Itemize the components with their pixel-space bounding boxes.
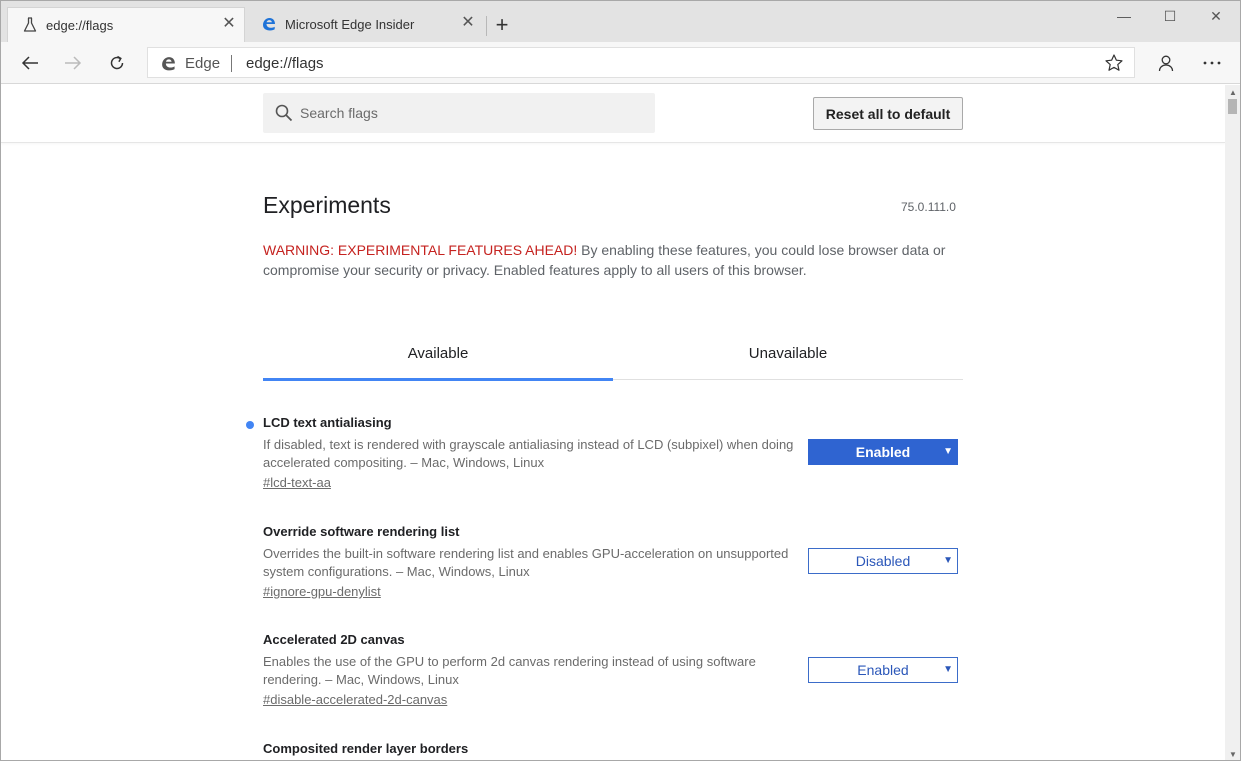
address-bar[interactable]: Edge edge://flags <box>147 47 1135 78</box>
flag-name: Accelerated 2D canvas <box>263 632 405 647</box>
flag-name: LCD text antialiasing <box>263 415 392 430</box>
forward-button[interactable] <box>59 50 87 76</box>
flag-item: Override software rendering list Overrid… <box>263 524 963 601</box>
flag-description: If disabled, text is rendered with grays… <box>263 437 794 470</box>
profile-button[interactable] <box>1152 50 1180 76</box>
person-icon <box>1158 55 1174 72</box>
tab-flags[interactable]: edge://flags ✕ <box>7 7 245 42</box>
flag-permalink[interactable]: #disable-accelerated-2d-canvas <box>263 692 447 707</box>
tab-close-icon[interactable]: ✕ <box>459 14 477 32</box>
tab-unavailable[interactable]: Unavailable <box>613 345 963 362</box>
favorite-star-icon[interactable] <box>1104 53 1124 73</box>
search-placeholder: Search flags <box>300 105 378 121</box>
select-value: Enabled <box>857 662 909 678</box>
reset-all-button[interactable]: Reset all to default <box>813 97 963 130</box>
page-header: Search flags Reset all to default <box>1 85 1225 143</box>
edge-logo-icon <box>162 57 175 71</box>
ellipsis-icon <box>1203 61 1221 65</box>
scroll-up-icon[interactable]: ▲ <box>1229 88 1237 97</box>
refresh-button[interactable] <box>103 50 131 76</box>
minimize-button[interactable]: — <box>1101 5 1147 29</box>
tab-available[interactable]: Available <box>263 345 613 362</box>
search-flags-field[interactable]: Search flags <box>263 93 655 133</box>
warning-message: WARNING: EXPERIMENTAL FEATURES AHEAD! By… <box>263 240 963 280</box>
edge-logo-icon <box>263 18 275 31</box>
flag-item: LCD text antialiasing If disabled, text … <box>246 415 963 492</box>
tab-title: edge://flags <box>46 18 114 33</box>
flag-state-select[interactable]: Enabled ▼ <box>808 657 958 683</box>
select-value: Enabled <box>855 444 911 460</box>
url-text[interactable]: edge://flags <box>246 55 324 72</box>
back-button[interactable] <box>16 50 44 76</box>
refresh-icon <box>110 55 124 70</box>
flag-state-select[interactable]: Disabled ▼ <box>808 548 958 574</box>
flag-name: Override software rendering list <box>263 524 460 539</box>
address-divider <box>231 55 232 72</box>
flask-icon <box>23 17 37 32</box>
tab-title: Microsoft Edge Insider <box>285 17 415 32</box>
site-identity-label: Edge <box>185 55 221 72</box>
page-scrollbar[interactable]: ▲ ▼ <box>1225 85 1240 760</box>
flags-page: Search flags Reset all to default Experi… <box>1 85 1225 760</box>
search-icon <box>275 104 293 122</box>
scrollbar-thumb[interactable] <box>1228 99 1237 114</box>
warning-prefix: WARNING: EXPERIMENTAL FEATURES AHEAD! <box>263 242 578 258</box>
back-arrow-icon <box>21 56 38 70</box>
scroll-down-icon[interactable]: ▼ <box>1229 750 1237 759</box>
dropdown-arrow-icon: ▼ <box>943 664 953 675</box>
close-window-button[interactable]: ✕ <box>1193 5 1239 29</box>
dropdown-arrow-icon: ▼ <box>943 555 953 566</box>
flags-tabs: Available Unavailable <box>263 333 963 381</box>
forward-arrow-icon <box>65 56 82 70</box>
flag-permalink[interactable]: #lcd-text-aa <box>263 475 331 490</box>
flag-name: Composited render layer borders <box>263 741 469 756</box>
tab-edge-insider[interactable]: Microsoft Edge Insider ✕ <box>247 7 483 42</box>
select-value: Disabled <box>855 553 911 569</box>
flag-description: Overrides the built-in software renderin… <box>263 546 789 579</box>
toolbar: Edge edge://flags <box>1 42 1240 84</box>
tab-strip: edge://flags ✕ Microsoft Edge Insider ✕ … <box>1 1 1240 42</box>
page-title: Experiments <box>263 192 391 218</box>
browser-window: edge://flags ✕ Microsoft Edge Insider ✕ … <box>0 0 1241 761</box>
maximize-button[interactable]: ☐ <box>1147 5 1193 29</box>
active-tab-indicator <box>263 378 613 381</box>
flag-permalink[interactable]: #ignore-gpu-denylist <box>263 584 381 599</box>
version-label: 75.0.111.0 <box>901 200 956 214</box>
flag-description: Enables the use of the GPU to perform 2d… <box>263 654 756 687</box>
tab-close-icon[interactable]: ✕ <box>220 15 238 33</box>
tab-divider <box>486 16 487 36</box>
more-options-button[interactable] <box>1198 50 1226 76</box>
modified-indicator <box>246 421 254 429</box>
flag-item: Composited render layer borders <box>263 741 963 757</box>
new-tab-button[interactable]: + <box>491 14 513 37</box>
flag-item: Accelerated 2D canvas Enables the use of… <box>263 632 963 709</box>
flag-state-select[interactable]: Enabled ▼ <box>808 439 958 465</box>
dropdown-arrow-icon: ▼ <box>943 446 953 457</box>
